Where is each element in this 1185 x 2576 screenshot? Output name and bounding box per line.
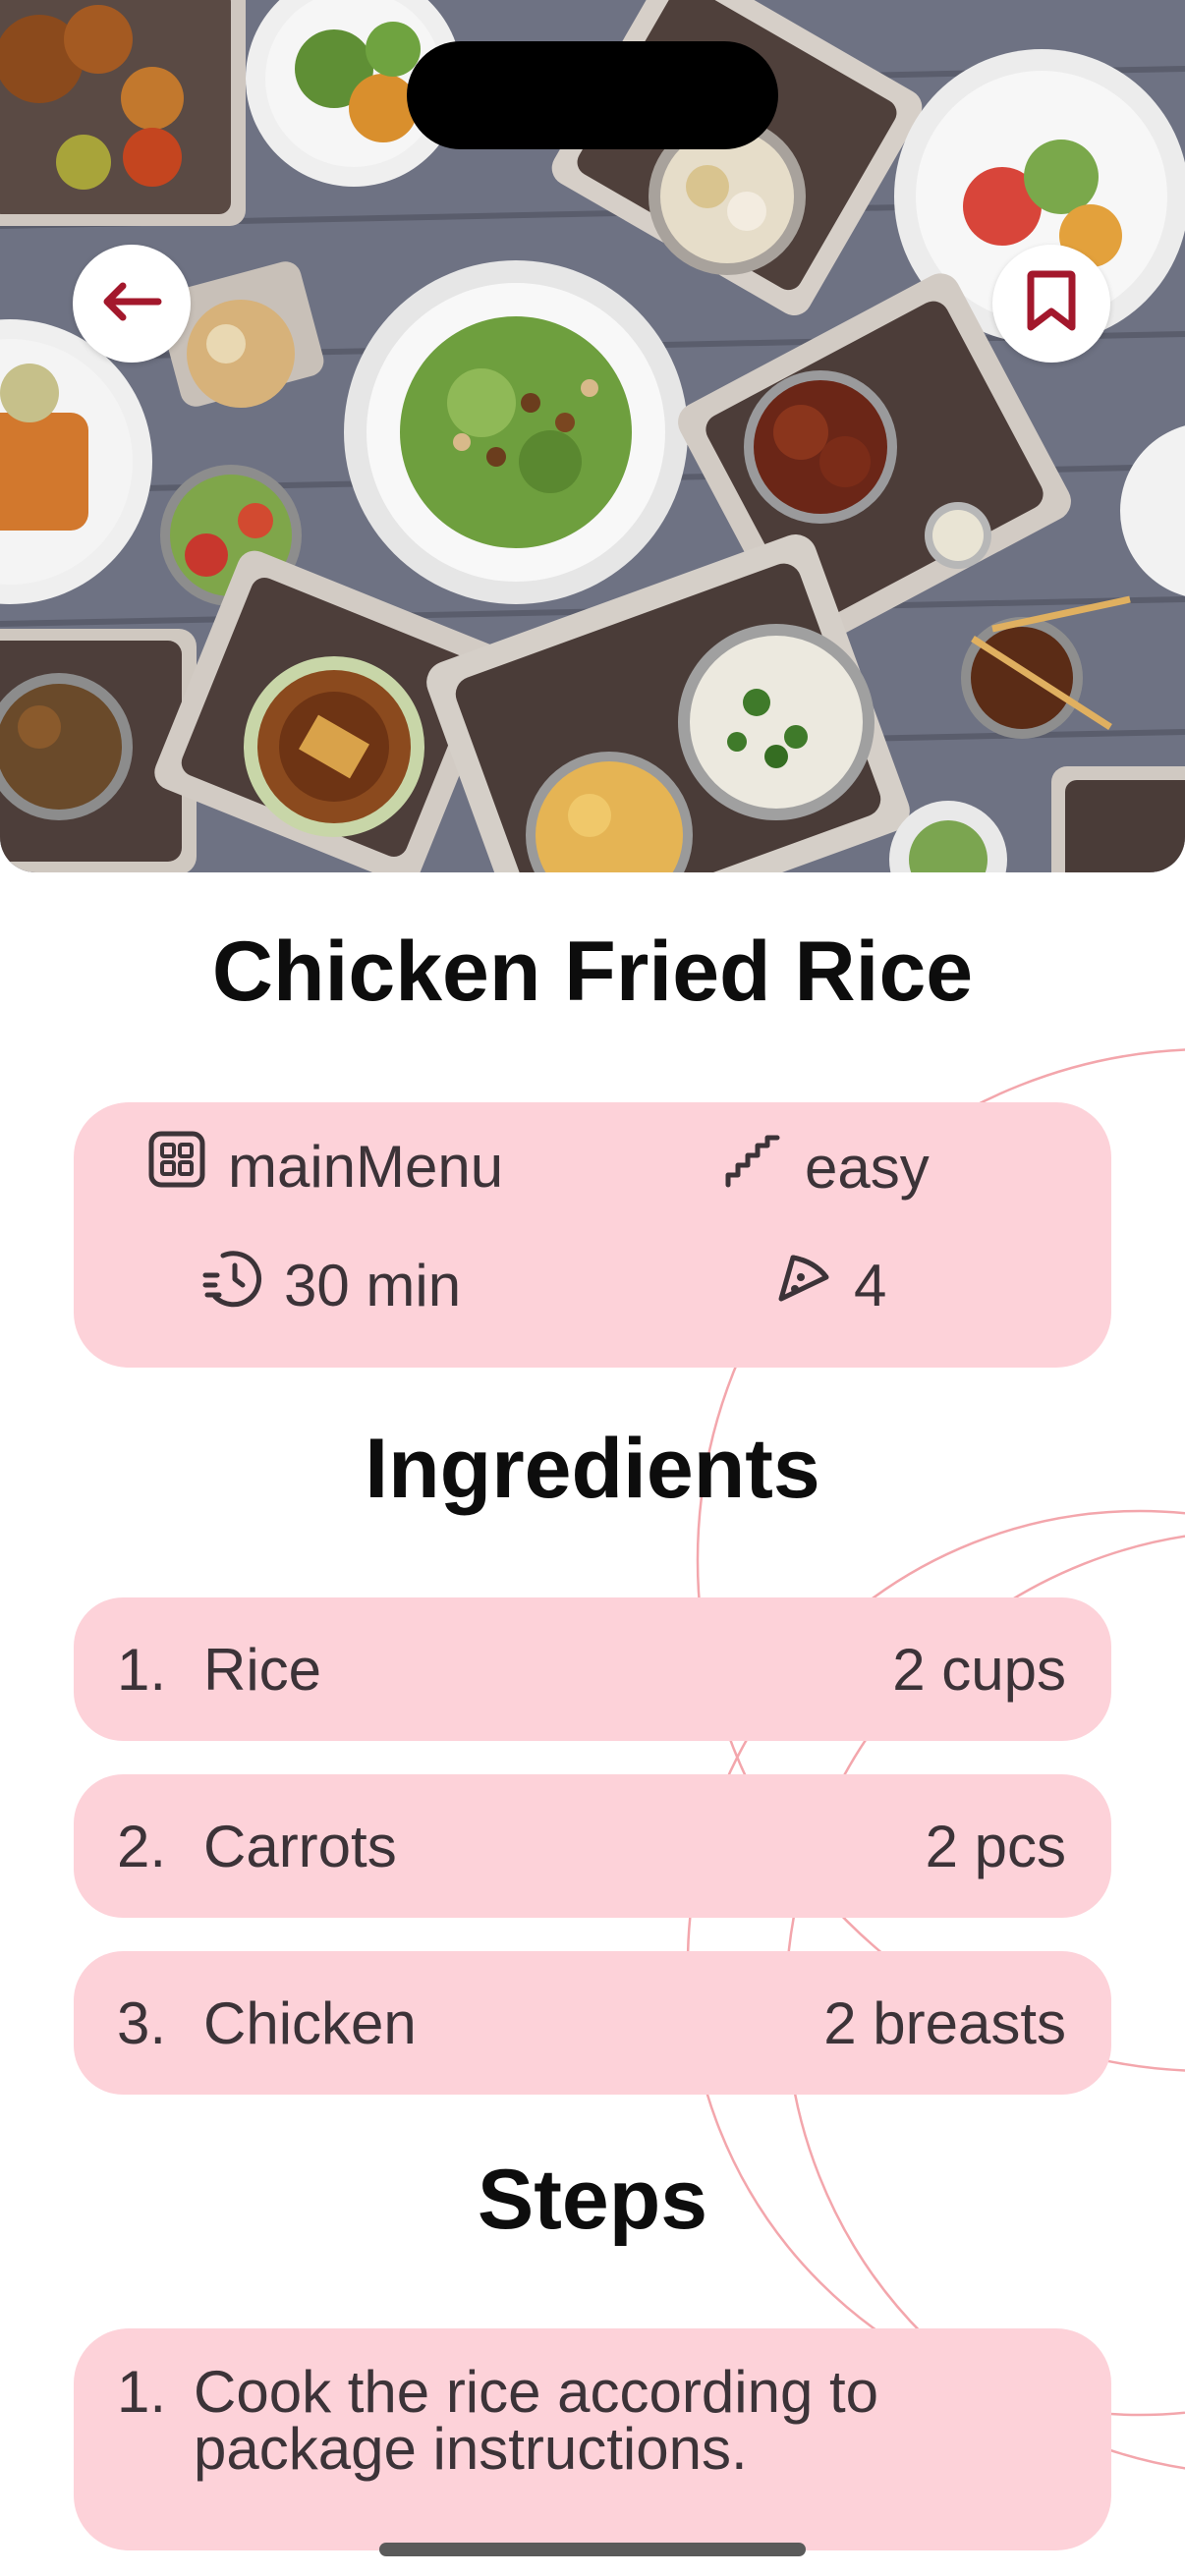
difficulty-info: easy [722,1130,930,1204]
ingredient-quantity: 2 breasts [823,1989,1066,2056]
category-label: mainMenu [228,1133,504,1200]
ingredients-heading: Ingredients [365,1422,820,1516]
clock-icon [201,1248,284,1322]
ingredient-name: Chicken [203,1989,417,2056]
home-indicator[interactable] [379,2543,806,2556]
ingredient-name: Rice [203,1636,322,1703]
ingredient-number: 1. [117,1636,167,1703]
step-card: 1. Cook the rice according to package in… [74,2328,1111,2550]
time-info: 30 min [201,1248,461,1322]
bookmark-icon [1025,270,1078,338]
ingredient-row: 3. Chicken 2 breasts [74,1951,1111,2095]
ingredient-number: 2. [117,1813,167,1879]
dynamic-island [407,41,778,149]
time-label: 30 min [284,1252,462,1318]
arrow-left-icon [101,282,162,326]
ingredient-name: Carrots [203,1813,397,1879]
ingredient-row: 2. Carrots 2 pcs [74,1774,1111,1918]
stairs-icon [722,1130,805,1204]
step-text: Cook the rice according to package instr… [194,2359,879,2482]
servings-info: 4 [771,1248,886,1322]
pizza-slice-icon [771,1248,854,1322]
ingredient-number: 3. [117,1989,167,2056]
servings-label: 4 [854,1252,887,1318]
ingredient-quantity: 2 cups [892,1636,1066,1703]
difficulty-label: easy [805,1134,930,1201]
grid-icon [147,1130,228,1203]
steps-heading: Steps [477,2153,708,2247]
ingredient-quantity: 2 pcs [925,1813,1066,1879]
back-button[interactable] [73,245,191,363]
recipe-title: Chicken Fried Rice [211,924,974,1019]
step-number: 1. [117,2359,167,2425]
category-info: mainMenu [147,1130,503,1203]
ingredient-row: 1. Rice 2 cups [74,1597,1111,1741]
bookmark-button[interactable] [992,245,1110,363]
